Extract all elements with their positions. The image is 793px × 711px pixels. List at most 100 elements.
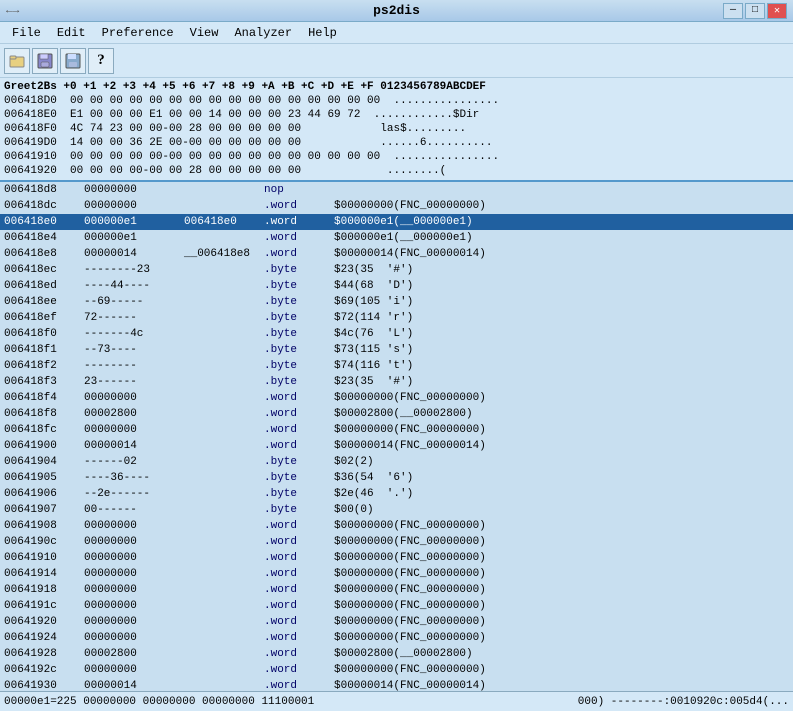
table-row[interactable]: 006418f2 -------- .byte $74(116 't') — [0, 358, 793, 374]
table-row[interactable]: 006418ed ----44---- .byte $44(68 'D') — [0, 278, 793, 294]
table-row[interactable]: 00641914 00000000 .word $00000000(FNC_00… — [0, 566, 793, 582]
mnemonic-cell: .byte — [264, 310, 334, 326]
maximize-button[interactable]: □ — [745, 3, 765, 19]
table-row[interactable]: 006418e0 000000e1 006418e0 .word $000000… — [0, 214, 793, 230]
status-right: 000) --------:0010920c:005d4(... — [578, 696, 789, 708]
table-row[interactable]: 006418f8 00002800 .word $00002800(__0000… — [0, 406, 793, 422]
address-cell: 00641908 — [4, 518, 84, 534]
minimize-button[interactable]: — — [723, 3, 743, 19]
address-cell: 006418ec — [4, 262, 84, 278]
table-row[interactable]: 0064190c 00000000 .word $00000000(FNC_00… — [0, 534, 793, 550]
table-row[interactable]: 006418fc 00000000 .word $00000000(FNC_00… — [0, 422, 793, 438]
table-row[interactable]: 0064192c 00000000 .word $00000000(FNC_00… — [0, 662, 793, 678]
table-row[interactable]: 00641920 00000000 .word $00000000(FNC_00… — [0, 614, 793, 630]
table-row[interactable]: 006418ef 72------ .byte $72(114 'r') — [0, 310, 793, 326]
operand-cell: $00000000(FNC_00000000) — [334, 422, 789, 438]
bytes-cell: 00000000 — [84, 390, 184, 406]
menu-item-file[interactable]: File — [4, 24, 49, 42]
bytes-cell: 00000000 — [84, 518, 184, 534]
table-row[interactable]: 006418ee --69----- .byte $69(105 'i') — [0, 294, 793, 310]
bytes-cell: 00000000 — [84, 582, 184, 598]
save-button[interactable] — [32, 48, 58, 74]
bytes-cell: 00000000 — [84, 566, 184, 582]
operand-cell: $00000000(FNC_00000000) — [334, 582, 789, 598]
table-row[interactable]: 006418f1 --73---- .byte $73(115 's') — [0, 342, 793, 358]
bytes-cell: 00000000 — [84, 182, 184, 198]
label-cell: __006418e8 — [184, 246, 264, 262]
operand-cell: $44(68 'D') — [334, 278, 789, 294]
table-row[interactable]: 006418f3 23------ .byte $23(35 '#') — [0, 374, 793, 390]
table-row[interactable]: 00641904 ------02 .byte $02(2) — [0, 454, 793, 470]
disk2-button[interactable] — [60, 48, 86, 74]
table-row[interactable]: 00641908 00000000 .word $00000000(FNC_00… — [0, 518, 793, 534]
table-row[interactable]: 006418e4 000000e1 .word $000000e1(__0000… — [0, 230, 793, 246]
table-row[interactable]: 006418ec --------23 .byte $23(35 '#') — [0, 262, 793, 278]
label-cell — [184, 342, 264, 358]
operand-cell: $00000000(FNC_00000000) — [334, 390, 789, 406]
menu-item-view[interactable]: View — [182, 24, 227, 42]
operand-cell — [334, 182, 789, 198]
bytes-cell: 00002800 — [84, 406, 184, 422]
menu-item-help[interactable]: Help — [300, 24, 345, 42]
label-cell — [184, 406, 264, 422]
bytes-cell: 00000014 — [84, 678, 184, 691]
table-row[interactable]: 00641906 --2e------ .byte $2e(46 '.') — [0, 486, 793, 502]
table-row[interactable]: 0064191c 00000000 .word $00000000(FNC_00… — [0, 598, 793, 614]
hex-row: 00641920 00 00 00 00-00 00 28 00 00 00 0… — [4, 164, 789, 178]
bytes-cell: 000000e1 — [84, 214, 184, 230]
hex-row: 006418D0 00 00 00 00 00 00 00 00 00 00 0… — [4, 94, 789, 108]
table-row[interactable]: 00641928 00002800 .word $00002800(__0000… — [0, 646, 793, 662]
operand-cell: $23(35 '#') — [334, 374, 789, 390]
table-row[interactable]: 00641905 ----36---- .byte $36(54 '6') — [0, 470, 793, 486]
table-row[interactable]: 00641930 00000014 .word $00000014(FNC_00… — [0, 678, 793, 691]
address-cell: 006418e0 — [4, 214, 84, 230]
mnemonic-cell: .word — [264, 614, 334, 630]
table-row[interactable]: 006418e8 00000014 __006418e8 .word $0000… — [0, 246, 793, 262]
address-cell: 006418d8 — [4, 182, 84, 198]
label-cell — [184, 630, 264, 646]
mnemonic-cell: .byte — [264, 486, 334, 502]
mnemonic-cell: .byte — [264, 470, 334, 486]
operand-cell: $00000014(FNC_00000014) — [334, 438, 789, 454]
open-button[interactable] — [4, 48, 30, 74]
address-cell: 0064190c — [4, 534, 84, 550]
table-row[interactable]: 00641918 00000000 .word $00000000(FNC_00… — [0, 582, 793, 598]
label-cell — [184, 278, 264, 294]
table-row[interactable]: 00641900 00000014 .word $00000014(FNC_00… — [0, 438, 793, 454]
address-cell: 00641930 — [4, 678, 84, 691]
label-cell — [184, 550, 264, 566]
hex-area: Greet2Bs +0 +1 +2 +3 +4 +5 +6 +7 +8 +9 +… — [0, 78, 793, 182]
label-cell — [184, 518, 264, 534]
table-row[interactable]: 00641910 00000000 .word $00000000(FNC_00… — [0, 550, 793, 566]
table-row[interactable]: 006418d8 00000000 nop — [0, 182, 793, 198]
operand-cell: $73(115 's') — [334, 342, 789, 358]
menu-item-analyzer[interactable]: Analyzer — [226, 24, 300, 42]
address-cell: 00641905 — [4, 470, 84, 486]
mnemonic-cell: .word — [264, 214, 334, 230]
table-row[interactable]: 00641924 00000000 .word $00000000(FNC_00… — [0, 630, 793, 646]
menu-bar: FileEditPreferenceViewAnalyzerHelp — [0, 22, 793, 44]
mnemonic-cell: .word — [264, 438, 334, 454]
mnemonic-cell: .byte — [264, 374, 334, 390]
label-cell: 006418e0 — [184, 214, 264, 230]
bytes-cell: 72------ — [84, 310, 184, 326]
disasm-area[interactable]: 006418d8 00000000 nop 006418dc 00000000 … — [0, 182, 793, 691]
table-row[interactable]: 006418f4 00000000 .word $00000000(FNC_00… — [0, 390, 793, 406]
label-cell — [184, 438, 264, 454]
label-cell — [184, 662, 264, 678]
mnemonic-cell: .word — [264, 566, 334, 582]
mnemonic-cell: .word — [264, 518, 334, 534]
menu-item-preference[interactable]: Preference — [94, 24, 182, 42]
label-cell — [184, 358, 264, 374]
help-button[interactable]: ? — [88, 48, 114, 74]
close-button[interactable]: ✕ — [767, 3, 787, 19]
table-row[interactable]: 006418f0 -------4c .byte $4c(76 'L') — [0, 326, 793, 342]
hex-rows: 006418D0 00 00 00 00 00 00 00 00 00 00 0… — [4, 94, 789, 178]
bytes-cell: ----44---- — [84, 278, 184, 294]
address-cell: 006418f3 — [4, 374, 84, 390]
table-row[interactable]: 006418dc 00000000 .word $00000000(FNC_00… — [0, 198, 793, 214]
table-row[interactable]: 00641907 00------ .byte $00(0) — [0, 502, 793, 518]
menu-item-edit[interactable]: Edit — [49, 24, 94, 42]
bytes-cell: -------- — [84, 358, 184, 374]
hex-header: Greet2Bs +0 +1 +2 +3 +4 +5 +6 +7 +8 +9 +… — [4, 80, 789, 94]
